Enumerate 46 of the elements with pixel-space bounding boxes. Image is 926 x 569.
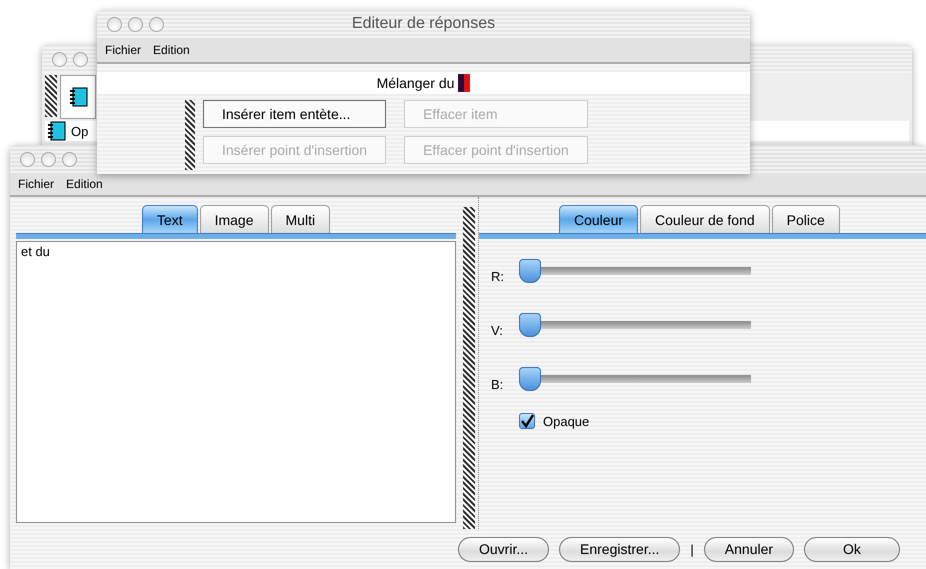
color-swatch-icon (458, 74, 470, 92)
minimize-button[interactable] (128, 16, 143, 32)
tab[interactable]: Text (142, 205, 198, 233)
slider-label: R: (491, 268, 505, 284)
tab[interactable]: Couleur (559, 205, 638, 233)
text-field[interactable]: et du (16, 241, 456, 523)
dialog-button[interactable]: Annuler (704, 536, 794, 562)
menu-item[interactable]: Edition (66, 177, 103, 191)
toolbar-grip (45, 75, 57, 117)
separator-text: | (690, 542, 694, 556)
slider-thumb[interactable] (519, 259, 541, 283)
slider-thumb[interactable] (519, 313, 541, 337)
checkbox[interactable] (519, 413, 535, 429)
toolbar-grip (185, 100, 195, 170)
slider-thumb[interactable] (519, 367, 541, 391)
minimize-button[interactable] (41, 152, 56, 166)
close-button[interactable] (107, 16, 122, 32)
splitter-handle[interactable] (463, 207, 475, 529)
checkbox-label: Opaque (543, 414, 590, 428)
tab[interactable]: Police (772, 205, 840, 233)
window-title: Editeur de réponses (352, 15, 496, 33)
tab[interactable]: Image (200, 205, 269, 233)
slider-track[interactable] (519, 367, 751, 391)
dialog-button[interactable]: Ouvrir... (458, 536, 550, 562)
slider-label: B: (491, 376, 504, 392)
notebook-icon (67, 86, 89, 108)
slider-track[interactable] (519, 313, 751, 337)
slider-track[interactable] (519, 259, 751, 283)
notebook-icon (45, 120, 67, 142)
header-label: Mélanger du (376, 75, 454, 91)
action-button[interactable]: Insérer item entète... (203, 100, 386, 128)
close-button[interactable] (52, 52, 67, 66)
zoom-button[interactable] (149, 16, 164, 32)
toolbar-button[interactable] (60, 75, 96, 119)
dialog-button[interactable]: Ok (804, 536, 900, 562)
slider-label: V: (491, 322, 504, 338)
tab[interactable]: Couleur de fond (640, 205, 770, 233)
menu-item[interactable]: Edition (153, 43, 190, 57)
tab[interactable]: Multi (270, 205, 330, 233)
list-item[interactable]: Op (71, 124, 88, 138)
zoom-button[interactable] (62, 152, 77, 166)
dialog-button[interactable]: Enregistrer... (559, 536, 680, 562)
minimize-button[interactable] (73, 52, 88, 66)
menu-item[interactable]: Fichier (105, 43, 142, 57)
close-button[interactable] (20, 152, 35, 166)
menu-item[interactable]: Fichier (18, 177, 54, 191)
